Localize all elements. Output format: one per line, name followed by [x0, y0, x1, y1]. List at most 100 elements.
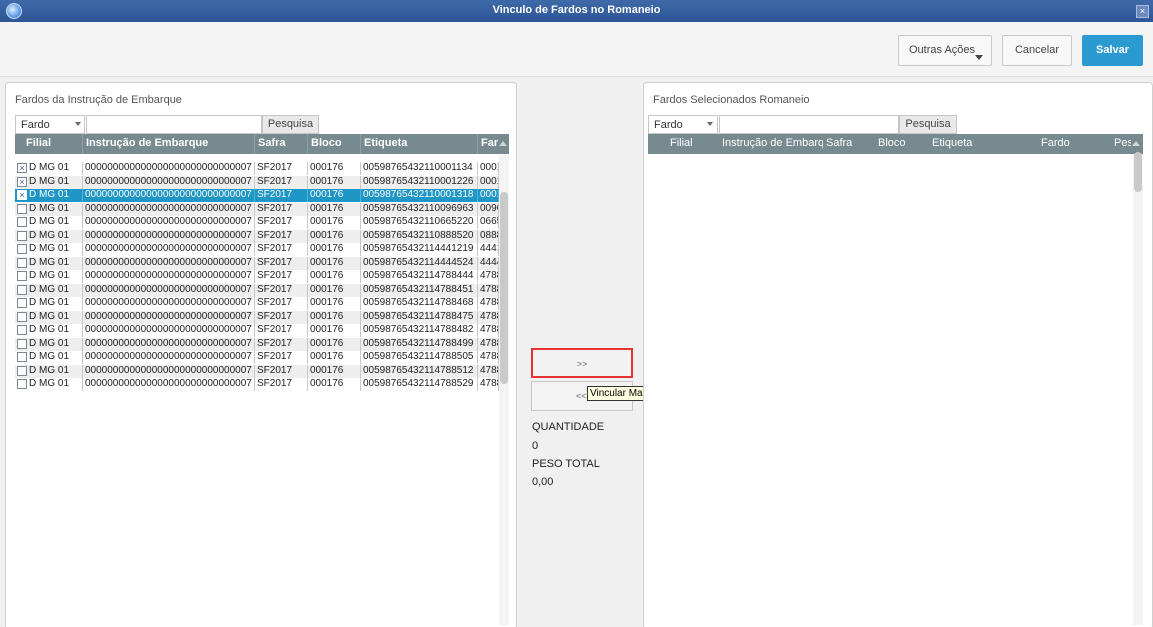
cell-filial: D MG 01 [15, 189, 83, 202]
cell-bloco: 000176 [308, 189, 361, 202]
cell-bloco: 000176 [308, 256, 361, 270]
left-grid-body: × D MG 01 000000000000000000000000000007 SF… [15, 162, 499, 392]
column-header-bloco[interactable]: Bloco [308, 134, 361, 154]
cell-filial: D MG 01 [15, 256, 83, 270]
table-row[interactable]: D MG 01 000000000000000000000000000007 SF2… [15, 229, 499, 243]
cell-fardo: 4788 [478, 270, 499, 283]
table-row[interactable]: × D MG 01 000000000000000000000000000007 SF… [15, 189, 499, 202]
cell-bloco: 000176 [308, 283, 361, 297]
cell-safra: SF2017 [255, 202, 308, 216]
cell-instrucao: 000000000000000000000000000007 [83, 243, 255, 256]
left-filter-field-select[interactable]: Fardo [15, 115, 85, 134]
table-row[interactable]: D MG 01 000000000000000000000000000007 SF2… [15, 202, 499, 216]
cell-safra: SF2017 [255, 216, 308, 229]
right-grid-scrollbar[interactable] [1133, 152, 1143, 625]
cell-etiqueta: 00598765432114444524 [361, 256, 478, 270]
cell-instrucao: 000000000000000000000000000007 [83, 189, 255, 202]
table-row[interactable]: × D MG 01 000000000000000000000000000007 SF… [15, 175, 499, 189]
cell-instrucao: 000000000000000000000000000007 [83, 270, 255, 283]
cell-safra: SF2017 [255, 297, 308, 310]
cell-safra: SF2017 [255, 351, 308, 364]
cell-etiqueta: 00598765432114788529 [361, 378, 478, 391]
column-header-bloco[interactable]: Bloco [875, 134, 929, 154]
cell-bloco: 000176 [308, 216, 361, 229]
cell-instrucao: 000000000000000000000000000007 [83, 216, 255, 229]
cell-fardo: 0001 [478, 162, 499, 175]
column-header-fardo[interactable]: Fardo [1038, 134, 1111, 154]
cell-safra: SF2017 [255, 162, 308, 175]
column-header-etiqueta[interactable]: Etiqueta [929, 134, 1038, 154]
table-row[interactable]: D MG 01 000000000000000000000000000007 SF2… [15, 324, 499, 337]
cell-filial: D MG 01 [15, 378, 83, 391]
table-row[interactable]: D MG 01 000000000000000000000000000007 SF2… [15, 216, 499, 229]
right-grid-header: Filial Instrução de Embarque Safra Bloco… [648, 134, 1143, 154]
add-selected-button[interactable]: >> [531, 348, 633, 378]
table-row[interactable]: D MG 01 000000000000000000000000000007 SF2… [15, 310, 499, 324]
column-header-etiqueta[interactable]: Etiqueta [361, 134, 478, 154]
cell-bloco: 000176 [308, 337, 361, 351]
table-row[interactable]: D MG 01 000000000000000000000000000007 SF2… [15, 283, 499, 297]
table-row[interactable]: D MG 01 000000000000000000000000000007 SF2… [15, 378, 499, 391]
action-toolbar: Outras Ações Cancelar Salvar [0, 22, 1153, 77]
right-panel-title: Fardos Selecionados Romaneio [653, 94, 810, 106]
right-search-input[interactable] [719, 115, 899, 134]
other-actions-label: Outras Ações [909, 44, 976, 56]
cell-etiqueta: 00598765432114788505 [361, 351, 478, 364]
scroll-up-icon[interactable] [499, 141, 507, 146]
left-grid-scrollbar[interactable] [499, 155, 509, 625]
table-row[interactable]: D MG 01 000000000000000000000000000007 SF2… [15, 270, 499, 283]
cell-fardo: 4788 [478, 310, 499, 324]
cell-fardo: 4444 [478, 256, 499, 270]
left-grid-header: Filial Instrução de Embarque Safra Bloco… [15, 134, 509, 154]
close-window-button[interactable]: × [1136, 5, 1149, 18]
cell-bloco: 000176 [308, 324, 361, 337]
cell-instrucao: 000000000000000000000000000007 [83, 175, 255, 189]
table-row[interactable]: D MG 01 000000000000000000000000000007 SF2… [15, 256, 499, 270]
cell-fardo: 4788 [478, 324, 499, 337]
cancel-button[interactable]: Cancelar [1002, 35, 1072, 66]
left-search-input[interactable] [86, 115, 262, 134]
total-weight-label: PESO TOTAL [532, 458, 600, 470]
column-header-filial[interactable]: Filial [15, 134, 83, 154]
cell-filial: D MG 01 [15, 310, 83, 324]
cell-fardo: 0001 [478, 189, 499, 202]
cell-bloco: 000176 [308, 310, 361, 324]
cell-safra: SF2017 [255, 283, 308, 297]
scroll-up-icon[interactable] [1132, 141, 1140, 146]
remove-selected-label: << [576, 391, 587, 401]
cell-safra: SF2017 [255, 189, 308, 202]
left-grid-scrollbar-thumb[interactable] [500, 192, 508, 384]
right-grid-scrollbar-thumb[interactable] [1134, 152, 1142, 192]
right-filter-field-select[interactable]: Fardo [648, 115, 718, 134]
cell-etiqueta: 00598765432110096963 [361, 202, 478, 216]
column-header-safra[interactable]: Safra [823, 134, 875, 154]
cell-instrucao: 000000000000000000000000000007 [83, 162, 255, 175]
left-search-button[interactable]: Pesquisa [262, 115, 319, 134]
cell-bloco: 000176 [308, 364, 361, 378]
cell-etiqueta: 00598765432114788512 [361, 364, 478, 378]
column-header-safra[interactable]: Safra [255, 134, 308, 154]
other-actions-button[interactable]: Outras Ações [898, 35, 992, 66]
cell-instrucao: 000000000000000000000000000007 [83, 283, 255, 297]
cell-etiqueta: 00598765432114788468 [361, 297, 478, 310]
cell-etiqueta: 00598765432110001226 [361, 175, 478, 189]
cell-safra: SF2017 [255, 175, 308, 189]
table-row[interactable]: D MG 01 000000000000000000000000000007 SF2… [15, 297, 499, 310]
column-header-instrucao[interactable]: Instrução de Embarque [719, 134, 823, 154]
column-header-fardo[interactable]: Fard [478, 134, 498, 154]
table-row[interactable]: D MG 01 000000000000000000000000000007 SF2… [15, 243, 499, 256]
cell-instrucao: 000000000000000000000000000007 [83, 324, 255, 337]
column-header-peso[interactable]: Pes [1111, 134, 1131, 154]
table-row[interactable]: × D MG 01 000000000000000000000000000007 SF… [15, 162, 499, 175]
column-header-instrucao[interactable]: Instrução de Embarque [83, 134, 255, 154]
cell-safra: SF2017 [255, 378, 308, 391]
table-row[interactable]: D MG 01 000000000000000000000000000007 SF2… [15, 337, 499, 351]
column-header-filial[interactable]: Filial [667, 134, 719, 154]
chevron-down-icon [707, 122, 713, 126]
cell-instrucao: 000000000000000000000000000007 [83, 351, 255, 364]
table-row[interactable]: D MG 01 000000000000000000000000000007 SF2… [15, 351, 499, 364]
total-weight-value: 0,00 [532, 476, 554, 488]
save-button[interactable]: Salvar [1082, 35, 1143, 66]
right-search-button[interactable]: Pesquisa [899, 115, 957, 134]
table-row[interactable]: D MG 01 000000000000000000000000000007 SF2… [15, 364, 499, 378]
